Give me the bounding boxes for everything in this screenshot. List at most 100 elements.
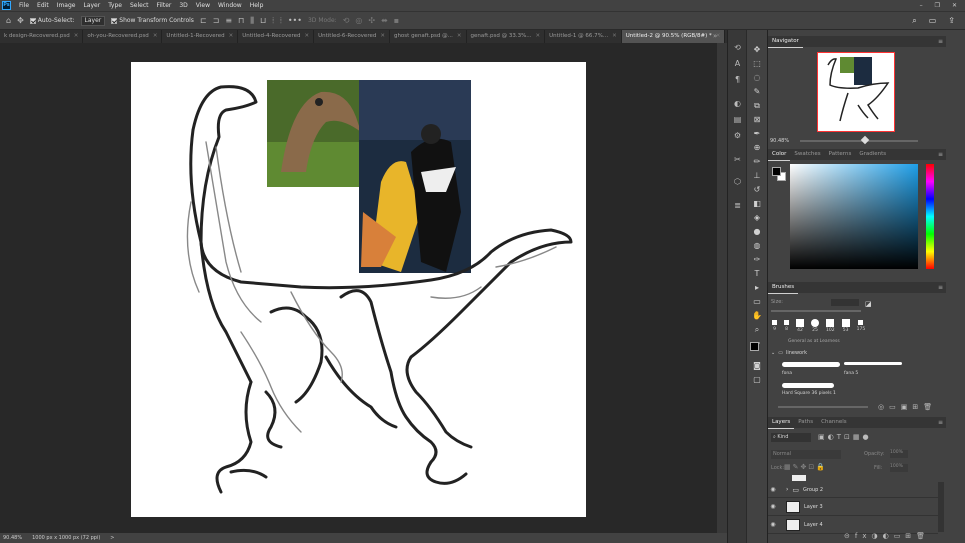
panel-menu-icon[interactable]: ≡ <box>938 284 943 291</box>
blend-mode-select[interactable]: Normal <box>771 450 841 459</box>
paragraph-icon[interactable]: ¶ <box>731 74 744 85</box>
rectangle-tool-icon[interactable]: ▭ <box>750 296 764 307</box>
panel-menu-icon[interactable]: ≡ <box>938 419 943 426</box>
color-field[interactable] <box>790 164 918 269</box>
brush-name[interactable]: fana 5 <box>844 371 858 376</box>
brush-settings-icon[interactable]: ✂ <box>731 154 744 165</box>
3d-rotate-icon[interactable]: ⟲ <box>343 16 350 25</box>
lasso-tool-icon[interactable]: ◌ <box>750 72 764 83</box>
paint-bucket-icon[interactable]: ◈ <box>750 212 764 223</box>
brush-stroke-preview[interactable] <box>782 362 840 367</box>
menu-filter[interactable]: Filter <box>153 2 176 9</box>
align-right-icon[interactable]: ≡ <box>225 16 232 25</box>
3d-pan-icon[interactable]: ✣ <box>368 16 375 25</box>
recent-brush[interactable]: 53 <box>841 318 850 338</box>
brush-preview-icon[interactable]: ◪ <box>865 300 872 308</box>
doc-tab[interactable]: genaft.psd @ 33.3%... ✕ <box>467 30 546 43</box>
recent-brush[interactable]: 102 <box>826 318 835 338</box>
doc-tab[interactable]: k design-Recovered.psd ✕ <box>0 30 84 43</box>
quick-select-icon[interactable]: ✎ <box>750 86 764 97</box>
brush-stroke-preview[interactable] <box>844 362 902 365</box>
doc-tab[interactable]: Untitled-1 @ 66.7%... ✕ <box>545 30 622 43</box>
show-transform-checkbox[interactable] <box>111 17 118 24</box>
opacity-field[interactable]: 100% <box>890 450 908 458</box>
home-icon[interactable]: ⌂ <box>6 16 11 25</box>
tab-layers[interactable]: Layers <box>768 417 795 429</box>
brush-group-legacy[interactable]: General as at Learness <box>788 339 840 344</box>
chevron-down-icon[interactable]: ⌄ <box>771 350 775 356</box>
share-icon[interactable]: ⇪ <box>948 16 955 26</box>
layer-filter-kind[interactable]: ⌕ Kind <box>771 433 811 442</box>
3d-roll-icon[interactable]: ◎ <box>355 16 362 25</box>
hand-tool-icon[interactable]: ✋ <box>750 310 764 321</box>
3d-icon[interactable]: ⬡ <box>731 176 744 187</box>
layer-select-dropdown[interactable]: Layer <box>80 15 106 26</box>
marquee-tool-icon[interactable]: ⬚ <box>750 58 764 69</box>
doc-tab[interactable]: oh-you-Recovered.psd ✕ <box>83 30 163 43</box>
recent-brush[interactable]: 8 <box>784 318 789 338</box>
libraries-icon[interactable]: ▤ <box>731 114 744 125</box>
align-top-icon[interactable]: ⊓ <box>238 16 244 25</box>
navigator-zoom[interactable]: 90.48% <box>770 138 789 144</box>
eye-icon[interactable]: ◉ <box>768 503 778 510</box>
align-bottom-icon[interactable]: ⊔ <box>260 16 266 25</box>
pen-tool-icon[interactable]: ✑ <box>750 254 764 265</box>
layers-scrollbar[interactable] <box>938 482 944 532</box>
color-foreground-swatch[interactable] <box>772 167 781 176</box>
blur-tool-icon[interactable]: ● <box>750 226 764 237</box>
distribute-icon[interactable]: ⦙ <box>272 16 274 26</box>
tab-paths[interactable]: Paths <box>794 417 817 428</box>
recent-brush[interactable]: 25 <box>811 318 819 338</box>
close-icon[interactable]: ✕ <box>536 30 541 43</box>
brush-actions-icons[interactable]: ◎▭▣⊞🗑 <box>878 403 937 411</box>
close-icon[interactable]: ✕ <box>612 30 617 43</box>
3d-scale-icon[interactable]: ▪ <box>394 16 399 25</box>
layers-actions-icons[interactable]: ⊝fx◑◐▭⊞🗑 <box>844 532 930 540</box>
frame-tool-icon[interactable]: ⊠ <box>750 114 764 125</box>
quick-mask-icon[interactable]: ◙ <box>750 360 764 371</box>
doc-tab[interactable]: Untitled-1-Recovered ✕ <box>162 30 239 43</box>
fill-field[interactable]: 100% <box>890 464 908 472</box>
tab-patterns[interactable]: Patterns <box>825 149 856 160</box>
workspace-icon[interactable]: ▭ <box>929 16 937 26</box>
history-icon[interactable]: ⟲ <box>731 42 744 53</box>
eye-icon[interactable]: ◉ <box>768 486 778 493</box>
menu-file[interactable]: File <box>15 2 33 9</box>
minimize-button[interactable]: – <box>920 2 923 9</box>
close-icon[interactable]: ✕ <box>305 30 310 43</box>
menu-type[interactable]: Type <box>104 2 126 9</box>
eraser-tool-icon[interactable]: ◧ <box>750 198 764 209</box>
path-select-icon[interactable]: ▸ <box>750 282 764 293</box>
menu-image[interactable]: Image <box>53 2 80 9</box>
navigator-preview[interactable] <box>817 52 895 132</box>
close-button[interactable]: ✕ <box>952 2 957 9</box>
menu-edit[interactable]: Edit <box>33 2 53 9</box>
brushes-tab[interactable]: Brushes <box>768 282 799 294</box>
brush-name[interactable]: fona <box>782 371 792 376</box>
distribute-icon-2[interactable]: ⦙ <box>280 16 282 26</box>
menu-help[interactable]: Help <box>246 2 268 9</box>
doc-tab[interactable]: ghost genaft.psd @... ✕ <box>390 30 467 43</box>
auto-select-checkbox[interactable] <box>29 17 36 24</box>
more-options-icon[interactable]: ••• <box>288 16 302 25</box>
navigator-zoom-slider[interactable] <box>800 140 918 142</box>
hue-slider[interactable] <box>926 164 934 269</box>
brush-stroke-preview[interactable] <box>782 383 834 388</box>
move-tool-icon[interactable]: ✥ <box>17 16 24 25</box>
status-arrow[interactable]: > <box>110 535 114 541</box>
move-tool-icon[interactable]: ✥ <box>750 44 764 55</box>
menu-layer[interactable]: Layer <box>79 2 104 9</box>
navigator-slider-handle[interactable] <box>860 135 870 145</box>
panel-menu-icon[interactable]: ≡ <box>938 38 943 45</box>
document-canvas[interactable] <box>131 62 586 517</box>
brush-name[interactable]: Hard Square 36 pixels 1 <box>782 391 836 396</box>
type-tool-icon[interactable]: T <box>750 268 764 279</box>
brush-tool-icon[interactable]: ✏ <box>750 156 764 167</box>
show-transform-option[interactable]: Show Transform Controls <box>111 17 194 24</box>
recent-brush[interactable]: 42 <box>796 318 804 338</box>
history-brush-icon[interactable]: ↺ <box>750 184 764 195</box>
navigator-tab[interactable]: Navigator <box>768 36 803 48</box>
tab-swatches[interactable]: Swatches <box>790 149 824 160</box>
layer-filter-icons[interactable]: ▣◐T⊡▦● <box>818 433 872 441</box>
doc-tab[interactable]: Untitled-6-Recovered ✕ <box>314 30 390 43</box>
